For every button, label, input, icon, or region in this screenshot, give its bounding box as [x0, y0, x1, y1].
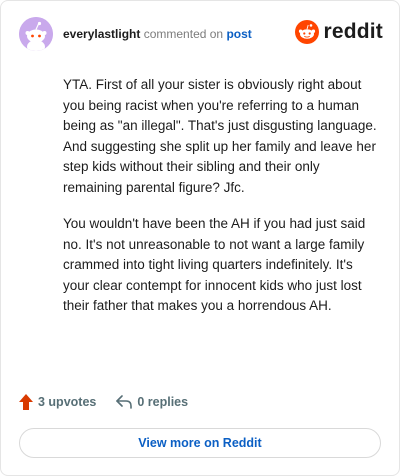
post-link[interactable]: post: [226, 27, 251, 41]
reddit-snoo-avatar-icon: [19, 17, 53, 51]
comment-paragraph: You wouldn't have been the AH if you had…: [63, 216, 366, 313]
reddit-comment-embed: everylastlight commented on post reddit …: [0, 0, 400, 476]
upvote-arrow-icon: [19, 394, 33, 410]
user-avatar[interactable]: [19, 17, 53, 51]
upvote-button[interactable]: 3 upvotes: [19, 394, 96, 410]
reply-arrow-icon: [116, 395, 133, 409]
comment-body: YTA. First of all your sister is obvious…: [63, 75, 381, 333]
action-text: commented on: [143, 27, 224, 41]
username-link[interactable]: everylastlight: [63, 27, 140, 41]
comment-paragraph: YTA. First of all your sister is obvious…: [63, 77, 377, 195]
upvote-count: 3 upvotes: [38, 395, 97, 409]
reply-button[interactable]: 0 replies: [116, 395, 188, 409]
reddit-brand[interactable]: reddit: [295, 20, 383, 44]
reddit-wordmark: reddit: [323, 20, 383, 43]
comment-actions: 3 upvotes 0 replies: [19, 394, 188, 410]
reply-count: 0 replies: [137, 395, 189, 409]
comment-meta: everylastlight commented on post: [63, 27, 252, 41]
reddit-alien-icon: [295, 20, 320, 44]
comment-header: everylastlight commented on post reddit: [19, 17, 383, 51]
view-more-button[interactable]: View more on Reddit: [19, 428, 381, 458]
